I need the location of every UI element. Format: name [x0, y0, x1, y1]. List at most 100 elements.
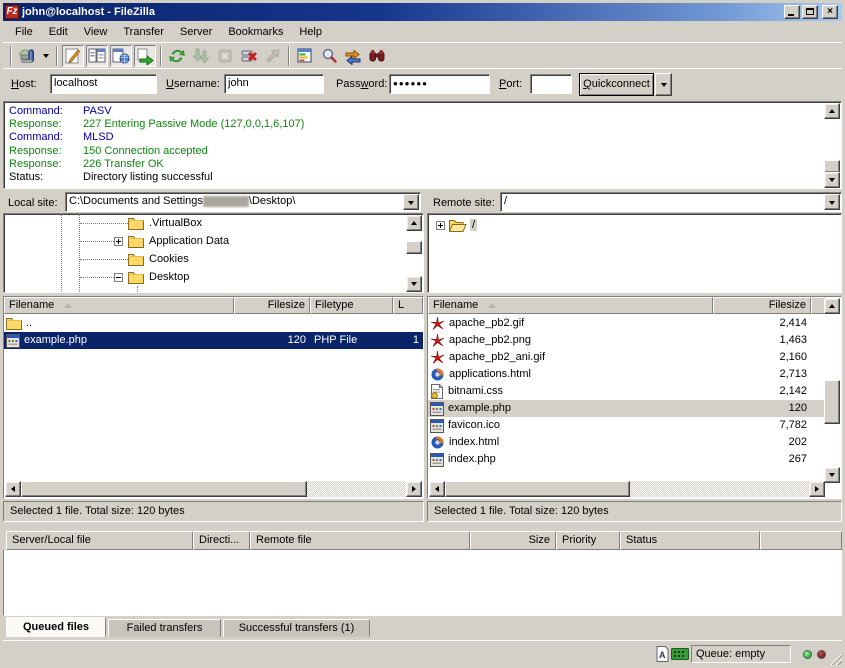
queue-column-filler: [760, 531, 842, 550]
file-row-parent-dir[interactable]: ..: [4, 315, 423, 332]
file-row[interactable]: apache_pb2.gif 2,414: [428, 315, 825, 332]
toggle-queue-button[interactable]: [134, 45, 156, 67]
tab-failed-transfers[interactable]: Failed transfers: [108, 619, 221, 637]
remote-site-dropdown[interactable]: [824, 194, 840, 210]
file-row-selected[interactable]: example.php 120: [428, 400, 825, 417]
menu-file[interactable]: File: [7, 23, 41, 41]
close-button[interactable]: ×: [822, 5, 838, 19]
sync-browsing-button[interactable]: [342, 45, 364, 67]
toggle-remote-tree-button[interactable]: [110, 45, 132, 67]
host-input[interactable]: localhost: [50, 74, 157, 94]
filter-button[interactable]: [294, 45, 316, 67]
resize-grip[interactable]: [829, 652, 842, 665]
reconnect-button[interactable]: [262, 45, 284, 67]
tree-guide: [80, 223, 128, 224]
find-files-button[interactable]: [366, 45, 388, 67]
menu-view[interactable]: View: [76, 23, 116, 41]
file-row[interactable]: applications.html 2,713: [428, 366, 825, 383]
file-row[interactable]: apache_pb2_ani.gif 2,160: [428, 349, 825, 366]
title-bar: Fz john@localhost - FileZilla ×: [3, 3, 842, 21]
password-input[interactable]: ●●●●●●: [389, 74, 490, 94]
activity-led-green: [803, 650, 812, 659]
password-label: Password:: [336, 78, 387, 90]
tab-queued-files[interactable]: Queued files: [6, 617, 106, 637]
queue-column-server-local-file[interactable]: Server/Local file: [6, 531, 193, 550]
tree-guide: [79, 214, 80, 292]
remote-site-combo[interactable]: /: [500, 192, 842, 212]
cancel-button[interactable]: [214, 45, 236, 67]
remote-status-text: Selected 1 file. Total size: 120 bytes: [427, 501, 842, 522]
file-row-example-php[interactable]: example.php 120 PHP File 1: [4, 332, 423, 349]
collapse-icon[interactable]: [114, 273, 123, 282]
site-manager-button[interactable]: [16, 45, 38, 67]
refresh-button[interactable]: [166, 45, 188, 67]
queue-column-direction[interactable]: Directi...: [193, 531, 250, 550]
cancel-icon: [216, 47, 234, 65]
quickconnect-dropdown[interactable]: [655, 73, 672, 96]
tree-item-application-data[interactable]: Application Data: [114, 232, 231, 250]
menu-transfer[interactable]: Transfer: [115, 23, 172, 41]
menu-bar: File Edit View Transfer Server Bookmarks…: [3, 21, 842, 42]
file-row[interactable]: apache_pb2.png 1,463: [428, 332, 825, 349]
menu-help[interactable]: Help: [291, 23, 330, 41]
column-header-filetype[interactable]: Filetype: [310, 297, 393, 314]
svg-text:A: A: [659, 650, 666, 660]
transfer-type-icon[interactable]: A: [655, 646, 669, 662]
file-row[interactable]: index.php 267: [428, 451, 825, 468]
local-status-text: Selected 1 file. Total size: 120 bytes: [3, 501, 424, 522]
local-site-dropdown[interactable]: [403, 194, 419, 210]
local-list-hscrollbar[interactable]: [5, 481, 422, 497]
minimize-button[interactable]: [784, 5, 800, 19]
app-icon[interactable]: Fz: [5, 5, 19, 19]
toggle-log-button[interactable]: [62, 45, 84, 67]
local-tree: .VirtualBox Application Data Cookies Des…: [3, 213, 424, 293]
local-tree-scrollbar[interactable]: [406, 215, 422, 292]
log-scrollbar[interactable]: [824, 103, 840, 188]
site-manager-icon: [18, 47, 36, 65]
port-input[interactable]: [530, 74, 572, 94]
tree-item-cookies[interactable]: Cookies: [128, 250, 191, 268]
expand-icon[interactable]: [114, 237, 123, 246]
toggle-local-tree-button[interactable]: [86, 45, 108, 67]
maximize-button[interactable]: [802, 5, 818, 19]
remote-site-label: Remote site:: [433, 197, 495, 209]
queue-column-size[interactable]: Size: [470, 531, 556, 550]
expand-icon[interactable]: [436, 221, 445, 230]
menu-bookmarks[interactable]: Bookmarks: [220, 23, 291, 41]
tree-item-desktop[interactable]: Desktop: [114, 268, 191, 286]
username-input[interactable]: john: [224, 74, 324, 94]
folder-icon: [128, 253, 144, 266]
menu-edit[interactable]: Edit: [41, 23, 76, 41]
remote-list-hscrollbar[interactable]: [429, 481, 825, 497]
queue-column-remote-file[interactable]: Remote file: [250, 531, 470, 550]
log-line: Command:MLSD: [4, 131, 841, 144]
port-label: Port:: [499, 78, 522, 90]
queue-column-status[interactable]: Status: [620, 531, 760, 550]
remote-list-vscrollbar[interactable]: [824, 298, 840, 483]
tab-successful-transfers[interactable]: Successful transfers (1): [223, 619, 370, 637]
apache-feather-icon: [430, 350, 445, 365]
column-header-filesize[interactable]: Filesize: [234, 297, 310, 314]
file-row[interactable]: bitnami.css 2,142: [428, 383, 825, 400]
column-header-filesize[interactable]: Filesize: [713, 297, 811, 314]
tree-item-root[interactable]: /: [436, 216, 477, 234]
queue-column-priority[interactable]: Priority: [556, 531, 620, 550]
local-site-combo[interactable]: C:\Documents and Settings\Desktop\: [65, 192, 421, 212]
quickconnect-button[interactable]: Quickconnect: [579, 73, 654, 96]
dropdown-arrow-icon: [408, 201, 414, 208]
tree-item-virtualbox[interactable]: .VirtualBox: [128, 214, 204, 232]
disconnect-button[interactable]: [238, 45, 260, 67]
column-header-filename[interactable]: Filename: [4, 297, 234, 314]
folder-icon: [128, 271, 144, 284]
scroll-up-icon: [829, 106, 835, 113]
binoculars-icon: [368, 47, 386, 65]
process-queue-button[interactable]: [190, 45, 212, 67]
site-manager-dropdown[interactable]: [40, 45, 52, 67]
column-header-lastmodified[interactable]: L: [393, 297, 423, 314]
encryption-icon[interactable]: [671, 648, 689, 660]
column-header-filename[interactable]: Filename: [428, 297, 713, 314]
menu-server[interactable]: Server: [172, 23, 220, 41]
compare-button[interactable]: [318, 45, 340, 67]
file-row[interactable]: favicon.ico 7,782: [428, 417, 825, 434]
file-row[interactable]: index.html 202: [428, 434, 825, 451]
